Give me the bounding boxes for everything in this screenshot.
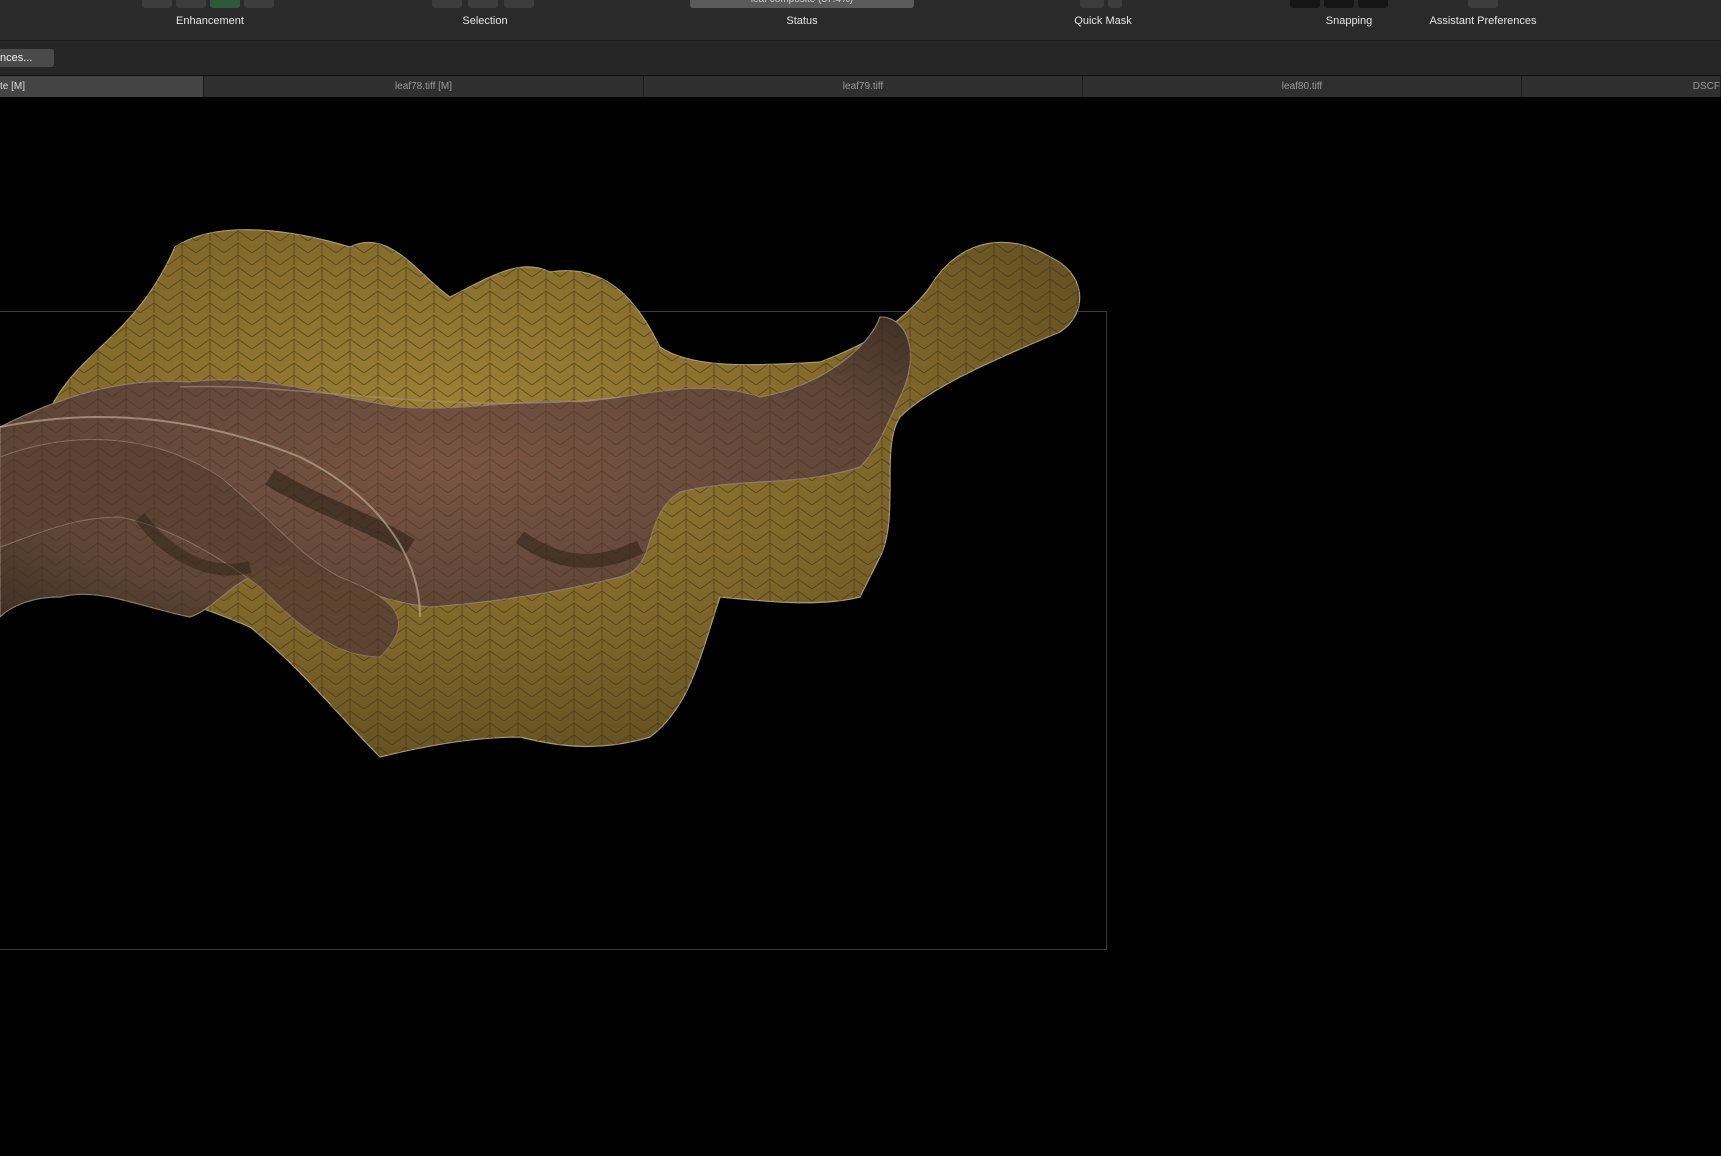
- document-tab-bar: te [M] leaf78.tiff [M] leaf79.tiff leaf8…: [0, 76, 1721, 97]
- tab-dscf[interactable]: DSCF: [1522, 76, 1721, 97]
- snapping-toggle-button[interactable]: [1290, 0, 1320, 8]
- assistant-preferences-label: Assistant Preferences: [1429, 15, 1537, 27]
- status-dropdown[interactable]: leaf composite (87.4%): [690, 0, 914, 8]
- status-label: Status: [786, 15, 818, 27]
- quick-mask-options-button[interactable]: [1108, 0, 1122, 8]
- document-canvas[interactable]: [0, 97, 1721, 1156]
- tab-leaf80[interactable]: leaf80.tiff: [1083, 76, 1522, 97]
- quick-mask-toggle-button[interactable]: [1080, 0, 1104, 8]
- preferences-button[interactable]: nces...: [0, 49, 54, 67]
- assistant-preferences-group: Assistant Preferences: [1420, 0, 1546, 40]
- leaf-image: [0, 229, 1081, 758]
- tab-leaf-composite[interactable]: te [M]: [0, 76, 204, 97]
- snapping-magnet-icon[interactable]: [1324, 0, 1354, 8]
- snapping-label: Snapping: [1325, 15, 1373, 27]
- top-toolbar: Enhancement Selection leaf composite (87…: [0, 0, 1721, 41]
- tab-leaf79[interactable]: leaf79.tiff: [644, 76, 1083, 97]
- assistant-robot-icon[interactable]: [1468, 0, 1498, 8]
- snapping-options-button[interactable]: [1358, 0, 1388, 8]
- tab-leaf78[interactable]: leaf78.tiff [M]: [204, 76, 644, 97]
- quick-mask-group: Quick Mask: [1060, 0, 1146, 40]
- snapping-group: Snapping: [1290, 0, 1408, 40]
- context-toolbar: [0, 41, 1721, 76]
- quick-mask-label: Quick Mask: [1074, 15, 1132, 27]
